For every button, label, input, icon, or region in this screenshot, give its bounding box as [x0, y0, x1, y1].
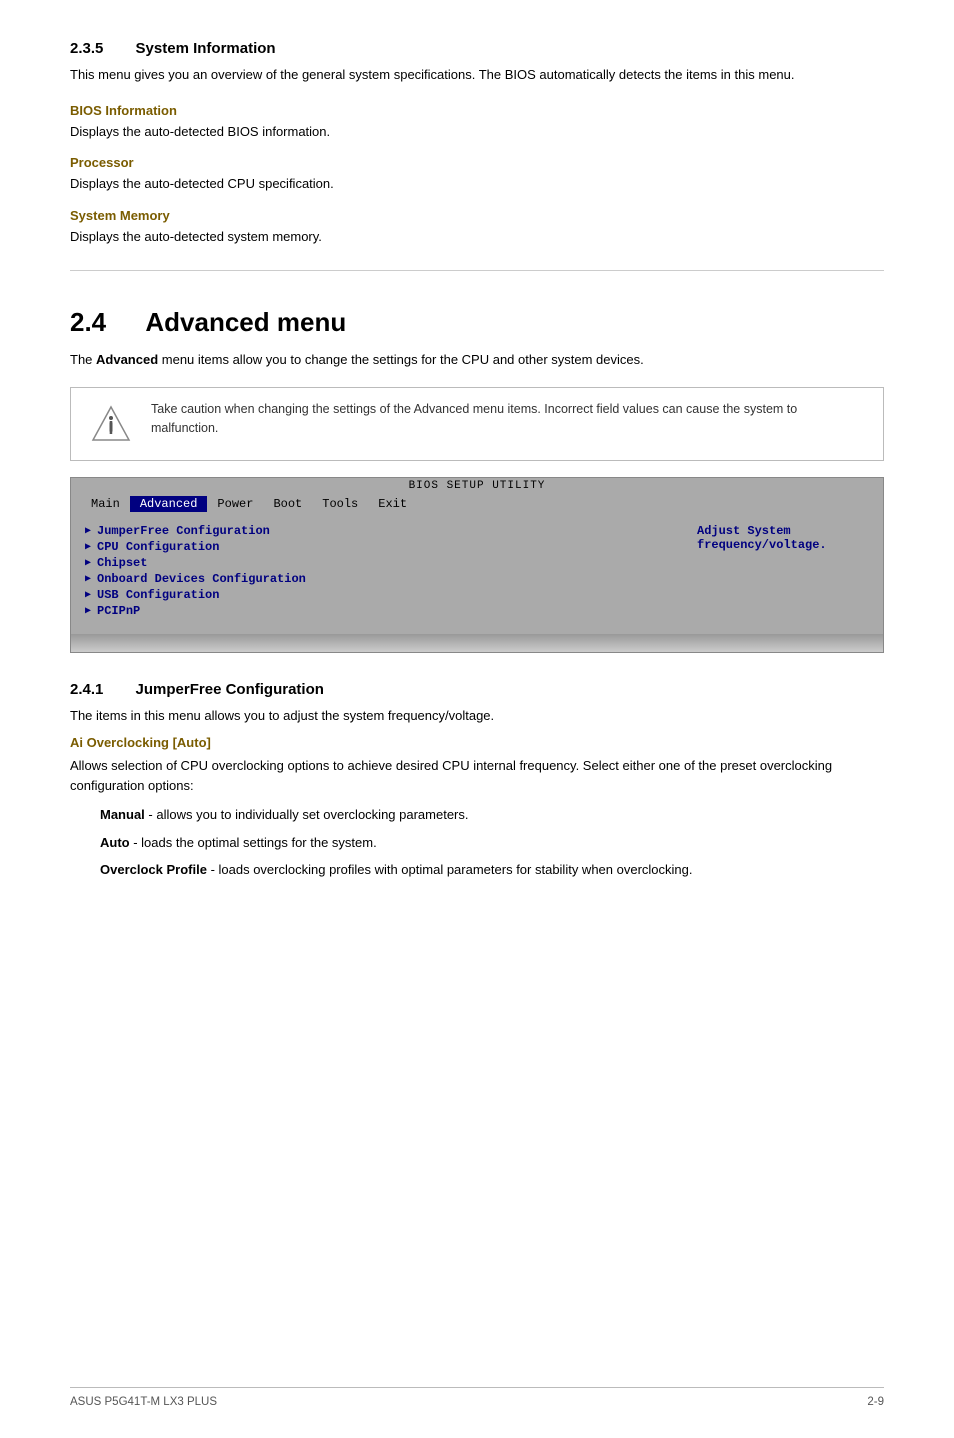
subsection-bios-info-body: Displays the auto-detected BIOS informat… — [70, 122, 884, 142]
option-auto-text: - loads the optimal settings for the sys… — [130, 835, 377, 850]
bios-menu-tools[interactable]: Tools — [312, 496, 368, 512]
bios-shadow — [71, 634, 883, 652]
section-241: 2.4.1 JumperFree Configuration The items… — [70, 681, 884, 880]
footer-right: 2-9 — [867, 1396, 884, 1408]
warning-box: ! Take caution when changing the setting… — [70, 387, 884, 461]
section-24-heading: 2.4 Advanced menu — [70, 307, 884, 338]
bios-menu-main[interactable]: Main — [81, 496, 130, 512]
section-235-title: System Information — [136, 40, 276, 57]
bios-right-text: Adjust Systemfrequency/voltage. — [697, 524, 827, 552]
bios-menu-power[interactable]: Power — [207, 496, 263, 512]
bios-right-panel: Adjust Systemfrequency/voltage. — [683, 514, 883, 634]
bios-item-jumperfree[interactable]: JumperFree Configuration — [85, 524, 669, 538]
bios-left-panel: JumperFree Configuration CPU Configurati… — [71, 514, 683, 634]
section-241-intro: The items in this menu allows you to adj… — [70, 706, 884, 727]
section-24: 2.4 Advanced menu The Advanced menu item… — [70, 307, 884, 653]
section-24-intro-after: menu items allow you to change the setti… — [158, 352, 644, 367]
option-manual-label: Manual — [100, 807, 145, 822]
section-235-intro: This menu gives you an overview of the g… — [70, 65, 884, 85]
bios-menu-boot[interactable]: Boot — [263, 496, 312, 512]
section-235: 2.3.5 System Information This menu gives… — [70, 40, 884, 246]
option-auto-label: Auto — [100, 835, 130, 850]
section-24-intro: The Advanced menu items allow you to cha… — [70, 350, 884, 371]
bios-item-usb[interactable]: USB Configuration — [85, 588, 669, 602]
bios-menu-bar: Main Advanced Power Boot Tools Exit — [71, 494, 883, 514]
subsection-processor-heading: Processor — [70, 155, 884, 170]
bios-screen: BIOS SETUP UTILITY Main Advanced Power B… — [70, 477, 884, 653]
ai-overclocking-heading: Ai Overclocking [Auto] — [70, 735, 884, 750]
subsection-system-memory-heading: System Memory — [70, 208, 884, 223]
subsection-processor-body: Displays the auto-detected CPU specifica… — [70, 174, 884, 194]
warning-icon: ! — [87, 400, 135, 448]
ai-overclocking-body: Allows selection of CPU overclocking opt… — [70, 756, 884, 798]
bios-item-pcipnp[interactable]: PCIPnP — [85, 604, 669, 618]
section-24-number: 2.4 — [70, 307, 106, 337]
bios-content-area: JumperFree Configuration CPU Configurati… — [71, 514, 883, 634]
section-divider — [70, 270, 884, 271]
option-overclock-label: Overclock Profile — [100, 862, 207, 877]
footer: ASUS P5G41T-M LX3 PLUS 2-9 — [70, 1387, 884, 1408]
section-241-number: 2.4.1 — [70, 681, 103, 698]
bios-top-bar: BIOS SETUP UTILITY — [71, 478, 883, 494]
section-241-heading: 2.4.1 JumperFree Configuration — [70, 681, 884, 698]
warning-text: Take caution when changing the settings … — [151, 400, 867, 438]
section-235-number: 2.3.5 — [70, 40, 103, 57]
option-overclock-profile: Overclock Profile - loads overclocking p… — [100, 860, 884, 880]
subsection-bios-info-heading: BIOS Information — [70, 103, 884, 118]
footer-left: ASUS P5G41T-M LX3 PLUS — [70, 1396, 217, 1408]
option-overclock-text: - loads overclocking profiles with optim… — [207, 862, 693, 877]
option-manual: Manual - allows you to individually set … — [100, 805, 884, 825]
subsection-system-memory-body: Displays the auto-detected system memory… — [70, 227, 884, 247]
section-24-intro-before: The — [70, 352, 96, 367]
option-manual-text: - allows you to individually set overclo… — [145, 807, 469, 822]
section-235-heading: 2.3.5 System Information — [70, 40, 884, 57]
bios-item-onboard[interactable]: Onboard Devices Configuration — [85, 572, 669, 586]
section-24-intro-bold: Advanced — [96, 352, 158, 367]
section-24-title: Advanced menu — [145, 307, 346, 337]
bios-menu-exit[interactable]: Exit — [368, 496, 417, 512]
option-auto: Auto - loads the optimal settings for th… — [100, 833, 884, 853]
bios-menu-advanced[interactable]: Advanced — [130, 496, 208, 512]
section-241-title: JumperFree Configuration — [136, 681, 324, 698]
bios-item-chipset[interactable]: Chipset — [85, 556, 669, 570]
bios-item-cpu[interactable]: CPU Configuration — [85, 540, 669, 554]
